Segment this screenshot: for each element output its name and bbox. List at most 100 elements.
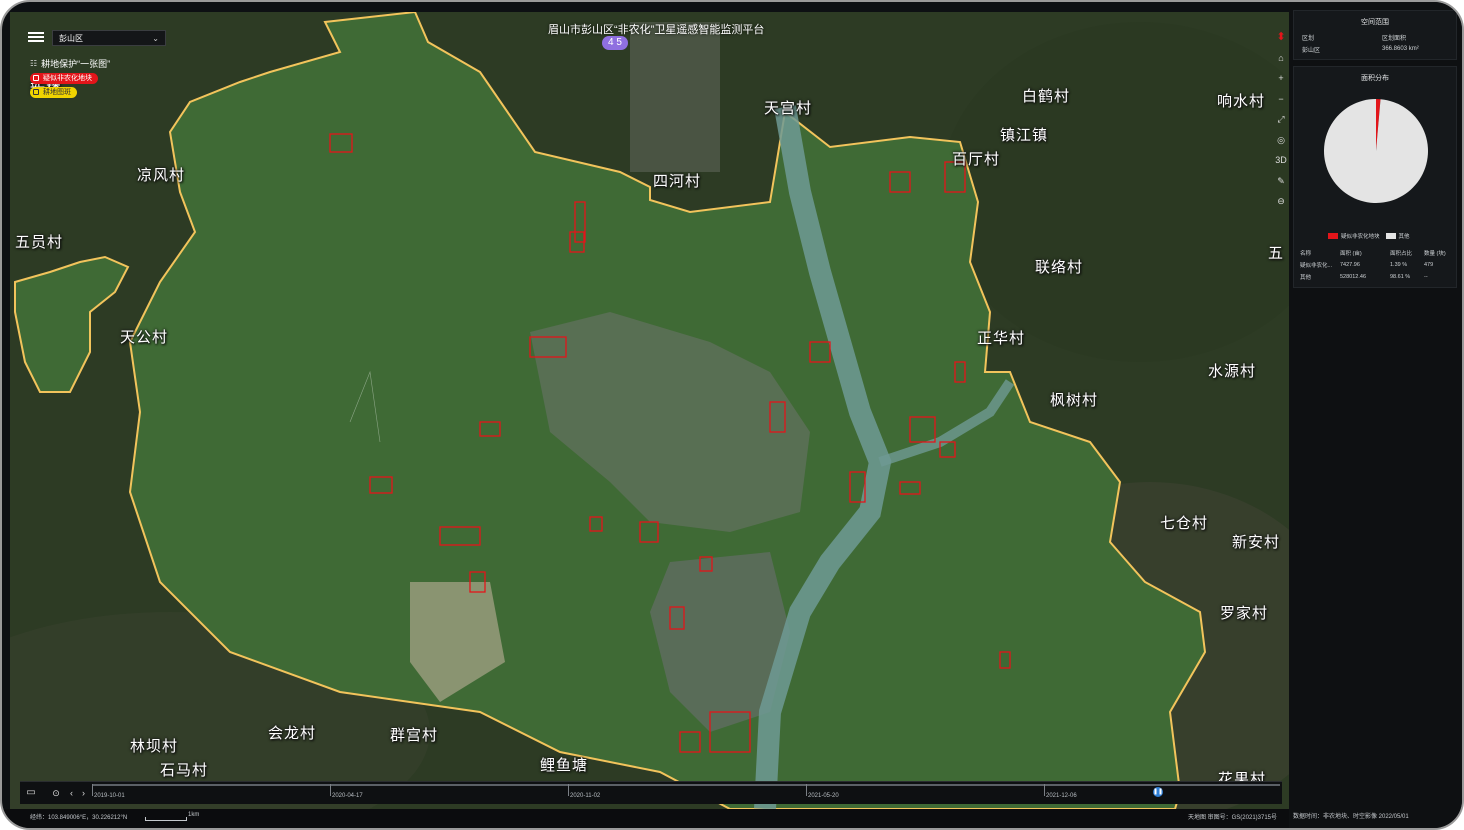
legend-label: 其他 [1398,234,1410,240]
table-header: 名称 [1300,251,1312,257]
copyright-text: 天地图 审图号：GS(2021)3715号 [1187,815,1277,821]
layer-group-title: 耕地保护“一张图” [41,58,111,69]
place-label: 联络村 [1035,258,1084,276]
timeline-tick [568,784,569,796]
table-cell: 479 [1424,262,1434,268]
table-cell: -- [1424,274,1428,280]
range-table: 区划 区划面积 彭山区 366.8603 km² [1302,31,1452,55]
place-label: 枫树村 [1050,391,1099,409]
play-icon[interactable]: ⊙ [48,785,64,801]
table-cell: 366.8603 km² [1382,46,1419,52]
place-label: 白鹤村 [1022,87,1071,105]
place-label: 鲤鱼塘 [540,756,589,774]
side-panel: 空间范围 区划 区划面积 彭山区 366.8603 km² 面积分布 疑似非农化地块… [1289,2,1462,828]
table-cell: 7427.96 [1340,262,1360,268]
place-label: 群宫村 [390,726,439,744]
timeline-tick [330,784,331,796]
timeline-tick-label: 2020-11-02 [570,793,601,799]
prev-icon[interactable]: ‹ [70,785,73,801]
table-header-row: 名称 面积 (亩) 面积占比 数量 (块) [1300,247,1454,259]
satellite-basemap [10,12,1289,809]
area-pie-chart [1324,99,1428,203]
timeline-tick-label: 2021-05-20 [808,793,839,799]
timeline-tick-label: 2021-12-06 [1046,793,1077,799]
timeline-tick [1044,784,1045,796]
place-label: 五员村 [15,233,64,251]
clear-icon[interactable]: ⊖ [1272,192,1289,210]
timeline-tick-label: 2019-10-01 [94,793,125,799]
status-bar: 经纬：103.849006°E，30.226212°N 1km 天地图 审图号：… [2,809,1289,828]
card-title: 空间范围 [1361,19,1389,26]
timeline-tick [92,784,93,796]
checkbox-icon [33,89,39,95]
calendar-icon[interactable]: ▭ [22,785,40,801]
place-label: 石马村 [160,761,209,779]
place-label: 林坝村 [130,737,179,755]
table-cell: 彭山区 [1302,47,1321,54]
timeline: ▭ ⊙ ‹ › 2019-10-01 2020-04-17 2020-11-02… [20,781,1282,804]
place-label: 凉风村 [137,166,186,184]
zoom-out-icon[interactable]: − [1272,90,1289,108]
chart-legend: 疑似非农化地块 其他 [1328,232,1410,240]
table-cell: 98.61 % [1390,274,1411,280]
place-label: 五 [1268,244,1285,262]
place-label: 新安村 [1232,533,1281,551]
place-label: 正华村 [977,329,1026,347]
place-label: 天公村 [120,328,169,346]
pause-icon[interactable]: ❚❚ [1153,787,1163,797]
place-label: 响水村 [1217,92,1266,110]
layer-panel: ☷ 耕地保护“一张图” 疑似非农化地块 耕地图斑 [30,56,110,98]
legend-swatch [1328,233,1338,239]
title-badge: 4 5 [602,36,628,50]
next-icon[interactable]: › [82,785,85,801]
pie-slice[interactable] [1324,99,1428,203]
table-cell: 528012.46 [1340,274,1366,280]
app-title: 眉山市彭山区“非农化”卫星遥感智能监测平台 [548,24,765,36]
table-header: 区划面积 [1382,35,1407,42]
area-table: 名称 面积 (亩) 面积占比 数量 (块) 疑似非农化... 7427.96 1… [1300,247,1454,283]
map-canvas[interactable]: 新楼 凉风村 五员村 天公村 四河村 天宫村 白鹤村 镇江镇 百厅村 联络村 正… [10,12,1289,809]
scale-label: 1km [188,812,200,818]
place-label: 会龙村 [268,724,317,742]
timeline-tick-label: 2020-04-17 [332,793,363,799]
table-row[interactable]: 疑似非农化... 7427.96 1.39 % 479 [1300,259,1454,271]
card-title: 面积分布 [1361,75,1389,82]
place-label: 四河村 [653,172,702,190]
place-label: 水源村 [1208,362,1257,380]
map-toolbar: ⬍ ⌂ + − ⤢ ◎ 3D ✎ ⊖ [1272,28,1289,213]
table-header: 区划 [1302,35,1315,42]
zoom-in-icon[interactable]: + [1272,69,1289,87]
timeline-track[interactable]: 2019-10-01 2020-04-17 2020-11-02 2021-05… [92,782,1280,804]
place-label: 七仓村 [1160,514,1209,532]
menu-icon[interactable] [28,30,44,44]
table-row[interactable]: 其他 528012.46 98.61 % -- [1300,271,1454,283]
layer-label: 疑似非农化地块 [43,75,92,82]
app-window: 新楼 凉风村 五员村 天公村 四河村 天宫村 白鹤村 镇江镇 百厅村 联络村 正… [0,0,1464,830]
compass-icon[interactable]: ⬍ [1272,28,1289,46]
measure-icon[interactable]: ✎ [1272,172,1289,190]
scale-bar [145,817,187,821]
table-header: 面积占比 [1390,251,1413,257]
place-label: 百厅村 [952,150,1001,168]
home-icon[interactable]: ⌂ [1272,49,1289,67]
legend-swatch [1385,233,1396,239]
layer-toggle-suspect[interactable]: 疑似非农化地块 [30,72,98,84]
table-cell: 1.39 % [1390,262,1408,268]
layer-toggle-farmland[interactable]: 耕地图斑 [30,86,77,98]
fullscreen-icon[interactable]: ⤢ [1272,110,1289,128]
district-select[interactable]: 彭山区 ⌄ [52,30,166,46]
chevron-down-icon: ⌄ [152,34,159,43]
place-label: 天宫村 [764,99,813,117]
table-cell: 其他 [1300,275,1312,281]
hide-icon[interactable]: ◎ [1272,131,1289,149]
spatial-range-card: 空间范围 区划 区划面积 彭山区 366.8603 km² [1293,10,1457,60]
layer-label: 耕地图斑 [43,89,71,96]
3d-toggle[interactable]: 3D [1272,151,1289,169]
table-cell: 疑似非农化... [1300,263,1333,269]
place-label: 罗家村 [1220,604,1269,622]
legend-label: 疑似非农化地块 [1341,234,1380,240]
layers-icon: ☷ [30,58,38,68]
checkbox-icon [33,75,39,81]
coordinate-readout: 经纬：103.849006°E，30.226212°N [30,815,128,821]
place-label: 镇江镇 [1000,126,1049,144]
